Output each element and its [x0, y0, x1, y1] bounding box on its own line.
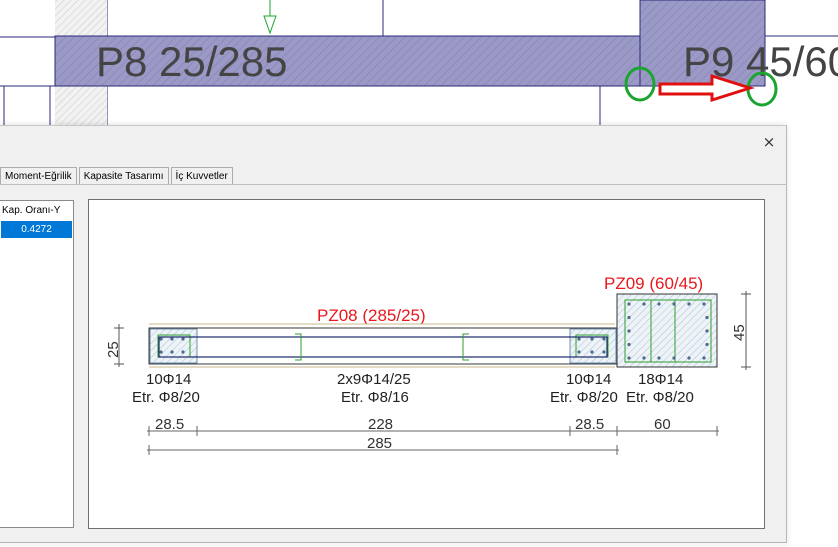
green-down-arrow-icon: [263, 0, 277, 35]
rebar-dot: [687, 302, 691, 306]
results-grid[interactable]: Kap. Oranı-Y 0.4272: [0, 200, 74, 528]
rebar-dot: [642, 356, 646, 360]
left-stirrup-label: Etr. Φ8/20: [132, 389, 200, 406]
rebar-dot: [672, 302, 676, 306]
rebar-dot: [705, 315, 709, 320]
tab-divider: [0, 184, 787, 185]
rebar-dot: [702, 302, 706, 306]
rebar-dot: [627, 356, 631, 360]
rebar-dot: [672, 356, 676, 360]
grid-selected-cell[interactable]: 0.4272: [1, 221, 72, 238]
rebar-dot: [170, 337, 174, 341]
section-analysis-dialog: × Moment-Eğrilik Kapasite Tasarımı İç Ku…: [0, 125, 787, 547]
rebar-dot: [170, 350, 174, 354]
rebar-dot: [687, 356, 691, 360]
rebar-dot: [602, 337, 606, 341]
web-main-rebar-label: 2x9Φ14/25: [337, 371, 411, 388]
section-drawing-panel: PZ08 (285/25) PZ09 (60/45) 25 45 10Φ14 E…: [88, 199, 765, 529]
rebar-dot: [705, 342, 709, 347]
rebar-dot: [627, 302, 631, 306]
right-stirrup-label: Etr. Φ8/20: [550, 389, 618, 406]
rebar-dot: [657, 302, 661, 306]
rebar-dot: [181, 337, 185, 341]
rebar-dot: [627, 342, 631, 347]
rebar-dot: [577, 337, 581, 341]
rebar-dot: [642, 302, 646, 306]
rebar-dot: [627, 329, 631, 333]
column-stirrup-label: Etr. Φ8/20: [626, 389, 694, 406]
rebar-dot: [181, 350, 185, 354]
rebar-dot: [590, 350, 594, 354]
rebar-dot: [577, 350, 581, 354]
close-icon[interactable]: ×: [758, 132, 780, 152]
left-main-rebar-label: 10Φ14: [146, 371, 191, 388]
width-dimension-chain: [147, 426, 719, 455]
wall-p8-label: P8 25/285: [96, 38, 288, 85]
pz09-title: PZ09 (60/45): [604, 274, 703, 293]
dim-seg3-label: 28.5: [575, 416, 604, 433]
rebar-dot: [627, 315, 631, 320]
bottom-strip: [0, 542, 787, 547]
tab-moment-curvature[interactable]: Moment-Eğrilik: [0, 167, 77, 185]
tab-bar: Moment-Eğrilik Kapasite Tasarımı İç Kuvv…: [0, 167, 235, 185]
dim-seg1-label: 28.5: [155, 416, 184, 433]
web-stirrup-label: Etr. Φ8/16: [341, 389, 409, 406]
rebar-dot: [159, 337, 163, 341]
rebar-dot: [702, 356, 706, 360]
column-main-rebar-label: 18Φ14: [638, 371, 683, 388]
left-height-dim-label: 25: [105, 341, 122, 358]
pz08-title: PZ08 (285/25): [317, 306, 426, 325]
tab-capacity-design[interactable]: Kapasite Tasarımı: [78, 167, 169, 185]
cad-column-strip: [55, 0, 107, 36]
column-p9-label: P9 45/60: [683, 38, 838, 85]
rebar-dot: [657, 356, 661, 360]
pz08-section: [148, 323, 618, 368]
section-drawing: PZ08 (285/25) PZ09 (60/45) 25 45 10Φ14 E…: [105, 274, 751, 455]
tab-internal-forces[interactable]: İç Kuvvetler: [170, 167, 233, 185]
rebar-dot: [602, 350, 606, 354]
right-height-dim-label: 45: [731, 324, 748, 341]
right-main-rebar-label: 10Φ14: [566, 371, 611, 388]
pz09-section: [616, 293, 718, 368]
rebar-dot: [590, 337, 594, 341]
cad-column-strip: [55, 86, 107, 125]
rebar-dot: [705, 329, 709, 333]
dim-total-label: 285: [367, 435, 392, 452]
rebar-dot: [159, 350, 163, 354]
dim-seg2-label: 228: [368, 416, 393, 433]
dim-seg4-label: 60: [654, 416, 671, 433]
grid-column-header[interactable]: Kap. Oranı-Y: [0, 201, 73, 221]
